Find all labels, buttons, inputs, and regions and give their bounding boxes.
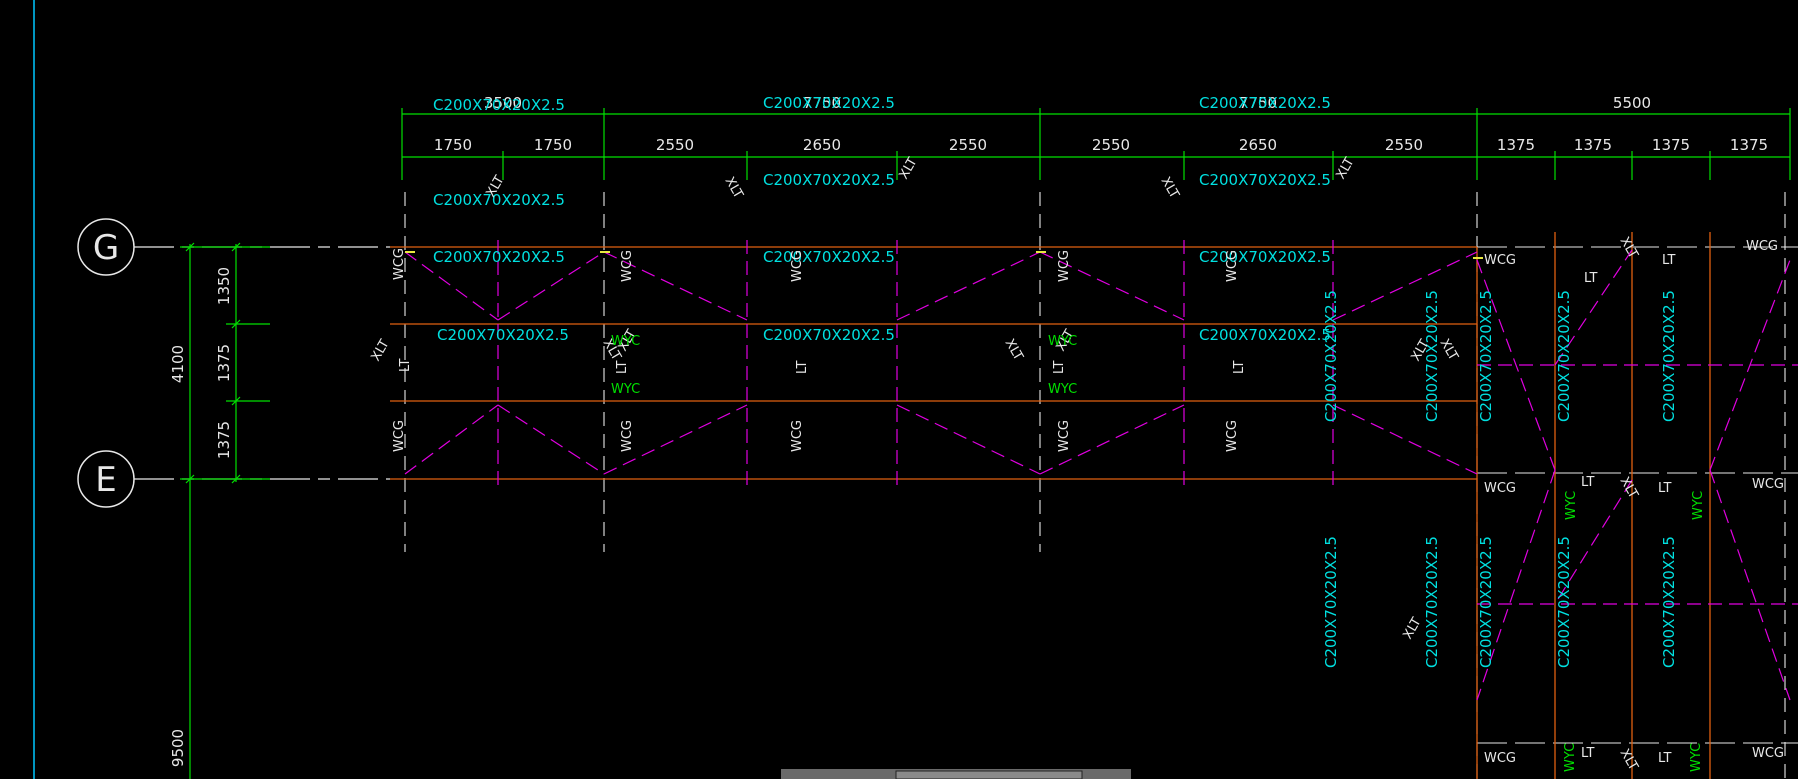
wcg-7: WCG (620, 420, 635, 452)
xlt-6: XLT (368, 337, 392, 364)
lt-7: LT (1662, 253, 1675, 268)
sec-top-c: C200X70X20X2.5 (1199, 94, 1331, 112)
lt-11: LT (1658, 751, 1671, 766)
wcg-13: WCG (1484, 481, 1516, 496)
wcg-3: WCG (790, 250, 805, 282)
lt-5: LT (1232, 361, 1247, 374)
lt-3: LT (795, 361, 810, 374)
dim-top-5500: 5500 (1613, 94, 1651, 112)
sec-v-5: C200X70X20X2.5 (1660, 290, 1678, 422)
dim-1375d: 1375 (1730, 136, 1768, 154)
sec-row1-b: C200X70X20X2.5 (763, 171, 895, 189)
wyc-5: WYC (1564, 491, 1579, 520)
sec-v-4: C200X70X20X2.5 (1555, 290, 1573, 422)
sec-v-9: C200X70X20X2.5 (1555, 536, 1573, 668)
lt-1: LT (398, 359, 413, 372)
dim-2650b: 2650 (1239, 136, 1277, 154)
wyc-6: WYC (1691, 491, 1706, 520)
lt-10: LT (1581, 746, 1594, 761)
left-dimension-chain (180, 242, 270, 779)
wyc-2: WYC (611, 382, 640, 397)
sec-top-a: C200X70X20X2.5 (433, 96, 565, 114)
wyc-4: WYC (1048, 382, 1077, 397)
wcg-8: WCG (790, 420, 805, 452)
xlt-4: XLT (1333, 155, 1357, 182)
sec-v-1: C200X70X20X2.5 (1322, 290, 1340, 422)
wcg-12: WCG (1746, 239, 1778, 254)
grid-label-g: G (93, 228, 119, 268)
wcg-1: WCG (392, 248, 407, 280)
sec-row2-b: C200X70X20X2.5 (763, 248, 895, 266)
dim-1750a: 1750 (434, 136, 472, 154)
braces (404, 240, 1798, 701)
wcg-5: WCG (1225, 250, 1240, 282)
sec-row3-a: C200X70X20X2.5 (437, 326, 569, 344)
wcg-11: WCG (1484, 253, 1516, 268)
xlt-14: XLT (1617, 475, 1641, 502)
grid-label-e: E (95, 460, 116, 500)
dim-1375a: 1375 (1497, 136, 1535, 154)
cad-drawing-canvas[interactable]: G E 1350 1375 1375 4100 9500 3500 7750 7… (0, 0, 1798, 779)
xlt-16: XLT (1400, 615, 1424, 642)
sec-v-3: C200X70X20X2.5 (1477, 290, 1495, 422)
xlt-1: XLT (722, 175, 746, 202)
sec-v-6: C200X70X20X2.5 (1322, 536, 1340, 668)
dim-1375b: 1375 (1574, 136, 1612, 154)
wcg-6: WCG (392, 420, 407, 452)
lt-6: LT (1584, 271, 1597, 286)
dim-left-9500: 9500 (169, 729, 187, 767)
sec-top-b: C200X70X20X2.5 (763, 94, 895, 112)
wcg-16: WCG (1752, 746, 1784, 761)
wcg-14: WCG (1752, 477, 1784, 492)
lt-4: LT (1052, 361, 1067, 374)
sec-row1-c: C200X70X20X2.5 (1199, 171, 1331, 189)
dim-2550a: 2550 (656, 136, 694, 154)
dim-1750b: 1750 (534, 136, 572, 154)
xlt-15: XLT (1617, 747, 1641, 774)
dim-left-1350: 1350 (215, 267, 233, 305)
scrollbar-thumb[interactable] (895, 770, 1083, 779)
dim-left-1375b: 1375 (215, 421, 233, 459)
dim-2650a: 2650 (803, 136, 841, 154)
dim-left-1375a: 1375 (215, 344, 233, 382)
wcg-10: WCG (1225, 420, 1240, 452)
dim-1375c: 1375 (1652, 136, 1690, 154)
wcg-2: WCG (620, 250, 635, 282)
purlins (390, 232, 1711, 779)
wcg-4: WCG (1057, 250, 1072, 282)
wyc-8: WYC (1689, 743, 1704, 772)
wyc-3: WYC (1048, 334, 1077, 349)
lt-9: LT (1658, 481, 1671, 496)
sec-row2-a: C200X70X20X2.5 (433, 248, 565, 266)
dim-2550d: 2550 (1385, 136, 1423, 154)
dim-2550b: 2550 (949, 136, 987, 154)
sec-row3-c: C200X70X20X2.5 (1199, 326, 1331, 344)
sec-v-7: C200X70X20X2.5 (1423, 536, 1441, 668)
xlt-2: XLT (896, 155, 920, 182)
sec-v-8: C200X70X20X2.5 (1477, 536, 1495, 668)
wcg-9: WCG (1057, 420, 1072, 452)
wyc-1: WYC (611, 334, 640, 349)
wyc-7: WYC (1563, 743, 1578, 772)
xlt-9: XLT (1002, 337, 1026, 364)
sec-v-10: C200X70X20X2.5 (1660, 536, 1678, 668)
dim-left-4100: 4100 (169, 345, 187, 383)
xlt-13: XLT (1617, 235, 1641, 262)
sec-row2-c: C200X70X20X2.5 (1199, 248, 1331, 266)
wcg-15: WCG (1484, 751, 1516, 766)
xlt-3: XLT (1158, 175, 1182, 202)
dim-2550c: 2550 (1092, 136, 1130, 154)
lt-2: LT (615, 361, 630, 374)
sec-row3-b: C200X70X20X2.5 (763, 326, 895, 344)
lt-8: LT (1581, 475, 1594, 490)
